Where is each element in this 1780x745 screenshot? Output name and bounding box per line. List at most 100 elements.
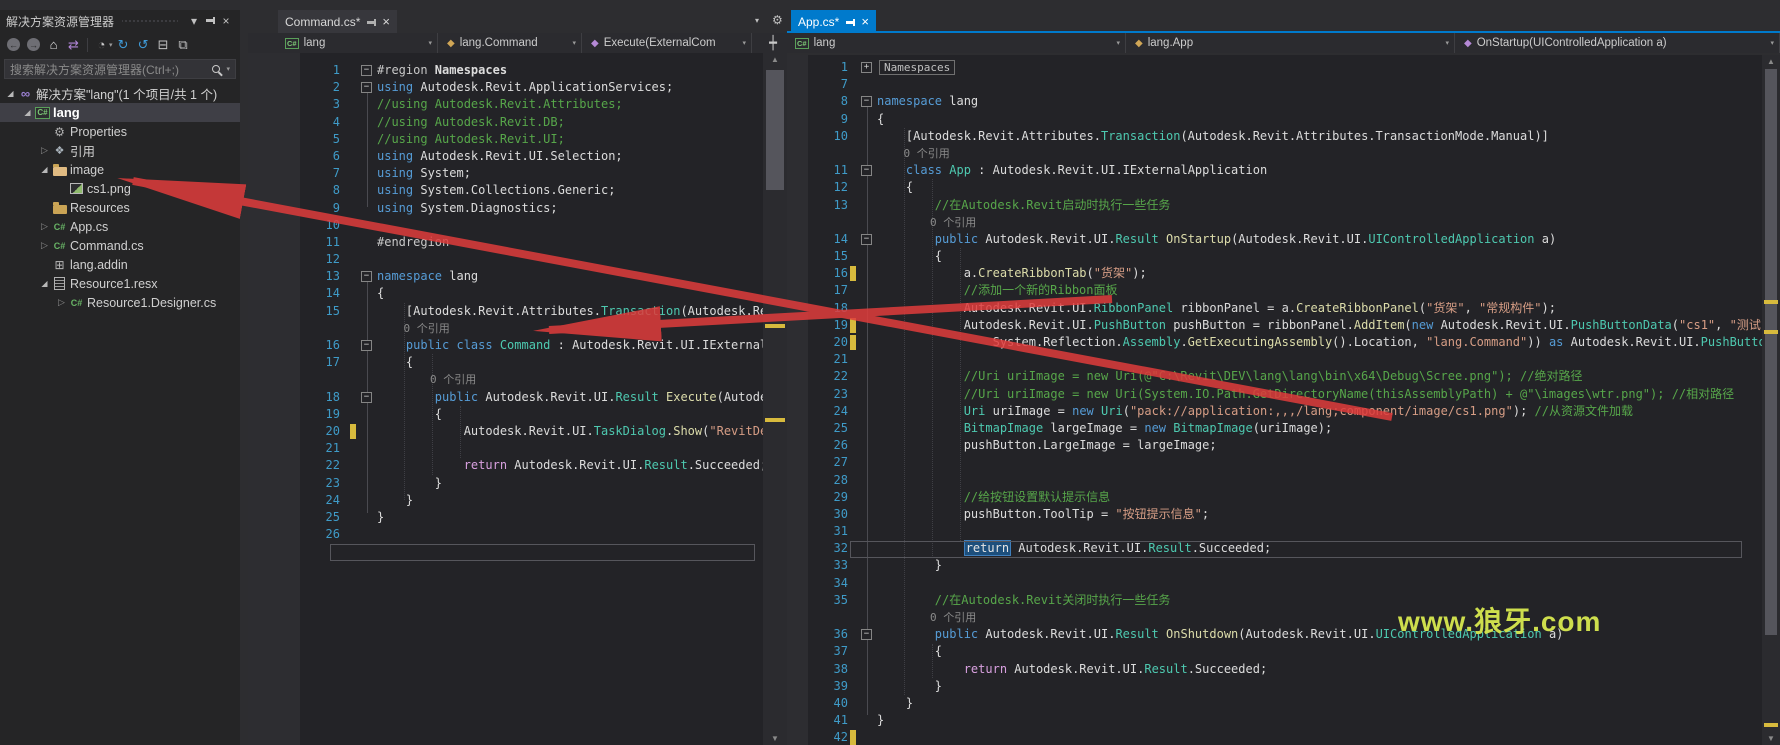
search-input[interactable]: 搜索解决方案资源管理器(Ctrl+;) ▾	[4, 59, 236, 79]
pin-icon[interactable]	[202, 14, 218, 28]
codelens-row[interactable]: 0 个引用	[787, 609, 1762, 626]
codelens-row[interactable]: 0 个引用	[248, 371, 763, 388]
expander-collapsed-icon[interactable]: ▷	[38, 221, 51, 232]
code-line[interactable]: 30 pushButton.ToolTip = "按钮提示信息";	[787, 506, 1762, 523]
code-line[interactable]: 20 System.Reflection.Assembly.GetExecuti…	[787, 334, 1762, 351]
tree-item-resource1.designer.cs[interactable]: ▷C#Resource1.Designer.cs	[0, 293, 240, 312]
code-line[interactable]: 37 {	[787, 643, 1762, 660]
code-line[interactable]: 9{	[787, 111, 1762, 128]
close-icon[interactable]: ×	[861, 15, 869, 28]
code-line[interactable]: 16− public class Command : Autodesk.Revi…	[248, 337, 763, 354]
code-line[interactable]: 35 //在Autodesk.Revit关闭时执行一些任务	[787, 592, 1762, 609]
close-icon[interactable]: ×	[218, 14, 234, 28]
code-line[interactable]: 32 return Autodesk.Revit.UI.Result.Succe…	[787, 540, 1762, 557]
tab-command-cs[interactable]: Command.cs* ×	[278, 10, 397, 33]
expander-expanded-icon[interactable]: ◢	[21, 108, 34, 117]
member-dropdown[interactable]: ◆ Execute(ExternalCom ▾	[586, 33, 752, 53]
code-line[interactable]: 42	[787, 729, 1762, 745]
tree-item-lang.addin[interactable]: ⊞lang.addin	[0, 255, 240, 274]
collapse-region-icon[interactable]: −	[861, 165, 872, 176]
code-line[interactable]: 3//using Autodesk.Revit.Attributes;	[248, 96, 763, 113]
fold-margin[interactable]: −	[860, 629, 873, 640]
code-line[interactable]: 7	[787, 76, 1762, 93]
code-line[interactable]: 14− public Autodesk.Revit.UI.Result OnSt…	[787, 231, 1762, 248]
code-editor-app[interactable]: 1+Namespaces78−namespace lang9{10 [Autod…	[787, 55, 1762, 745]
code-line[interactable]: 23 //Uri uriImage = new Uri(System.IO.Pa…	[787, 386, 1762, 403]
fold-margin[interactable]: −	[860, 234, 873, 245]
scrollbar-thumb[interactable]	[766, 70, 784, 190]
member-dropdown[interactable]: ◆ OnStartup(UIControlledApplication a) ▾	[1459, 33, 1780, 53]
code-line[interactable]: 4//using Autodesk.Revit.DB;	[248, 114, 763, 131]
pin-icon[interactable]	[366, 17, 376, 27]
code-line[interactable]: 18− public Autodesk.Revit.UI.Result Exec…	[248, 389, 763, 406]
code-line[interactable]: 10 [Autodesk.Revit.Attributes.Transactio…	[787, 128, 1762, 145]
fold-margin[interactable]: −	[360, 82, 373, 93]
expander-expanded-icon[interactable]: ◢	[38, 165, 51, 174]
code-line[interactable]: 7using System;	[248, 165, 763, 182]
code-line[interactable]: 33 }	[787, 557, 1762, 574]
type-dropdown[interactable]: ◆ lang.App ▾	[1130, 33, 1455, 53]
code-line[interactable]: 34	[787, 575, 1762, 592]
code-line[interactable]: 6using Autodesk.Revit.UI.Selection;	[248, 148, 763, 165]
code-line[interactable]: 12	[248, 251, 763, 268]
code-line[interactable]: 9using System.Diagnostics;	[248, 200, 763, 217]
collapse-region-icon[interactable]: −	[361, 392, 372, 403]
collapse-region-icon[interactable]: −	[861, 96, 872, 107]
code-line[interactable]: 39 }	[787, 678, 1762, 695]
code-line[interactable]: 15 {	[787, 248, 1762, 265]
fold-margin[interactable]: −	[360, 271, 373, 282]
code-line[interactable]: 28	[787, 472, 1762, 489]
fold-margin[interactable]: −	[360, 65, 373, 76]
code-line[interactable]: 8using System.Collections.Generic;	[248, 182, 763, 199]
project-dropdown[interactable]: C# lang ▾	[790, 33, 1126, 53]
copy-icon[interactable]: ⧉	[174, 36, 193, 54]
collapse-region-icon[interactable]: −	[361, 271, 372, 282]
search-options-chevron-icon[interactable]: ▾	[226, 65, 230, 73]
vertical-scrollbar[interactable]: ▲ ▼	[763, 53, 787, 745]
collapse-region-icon[interactable]: −	[361, 340, 372, 351]
code-line[interactable]: 26 pushButton.LargeImage = largeImage;	[787, 437, 1762, 454]
tree-item-image[interactable]: ◢image	[0, 160, 240, 179]
sync-with-active-document-icon[interactable]: ⇄	[64, 36, 83, 54]
code-line[interactable]: 11− class App : Autodesk.Revit.UI.IExter…	[787, 162, 1762, 179]
code-line[interactable]: 18 Autodesk.Revit.UI.RibbonPanel ribbonP…	[787, 300, 1762, 317]
code-line[interactable]: 2−using Autodesk.Revit.ApplicationServic…	[248, 79, 763, 96]
fold-margin[interactable]: −	[860, 165, 873, 176]
sync-icon[interactable]: ↺	[134, 36, 153, 54]
collapse-region-icon[interactable]: −	[361, 82, 372, 93]
tree-item-properties[interactable]: ⚙Properties	[0, 122, 240, 141]
code-line[interactable]: 19 Autodesk.Revit.UI.PushButton pushButt…	[787, 317, 1762, 334]
code-line[interactable]: 19 {	[248, 406, 763, 423]
scroll-down-icon[interactable]: ▼	[1762, 734, 1780, 743]
code-line[interactable]: 17 //添加一个新的Ribbon面板	[787, 282, 1762, 299]
code-line[interactable]: 20 Autodesk.Revit.UI.TaskDialog.Show("Re…	[248, 423, 763, 440]
tree-item-command.cs[interactable]: ▷C#Command.cs	[0, 236, 240, 255]
forward-icon[interactable]: →	[24, 36, 43, 54]
code-line[interactable]: 22 //Uri uriImage = new Uri(@"C:\Revit\D…	[787, 368, 1762, 385]
expander-expanded-icon[interactable]: ◢	[4, 89, 17, 98]
tree-item--[interactable]: ▷❖引用	[0, 141, 240, 160]
code-line[interactable]: 17 {	[248, 354, 763, 371]
code-line[interactable]: 16 a.CreateRibbonTab("货架");	[787, 265, 1762, 282]
code-line[interactable]: 1−#region Namespaces	[248, 62, 763, 79]
code-line[interactable]: 25}	[248, 509, 763, 526]
code-line[interactable]: 10	[248, 217, 763, 234]
codelens-row[interactable]: 0 个引用	[787, 214, 1762, 231]
type-dropdown[interactable]: ◆ lang.Command ▾	[442, 33, 582, 53]
collapse-region-icon[interactable]: −	[861, 234, 872, 245]
collapse-all-icon[interactable]: ⊟	[154, 36, 173, 54]
code-line[interactable]: 38 return Autodesk.Revit.UI.Result.Succe…	[787, 661, 1762, 678]
code-editor-command[interactable]: 1−#region Namespaces2−using Autodesk.Rev…	[248, 53, 763, 745]
vertical-scrollbar[interactable]: ▲ ▼	[1762, 55, 1780, 745]
fold-margin[interactable]: −	[360, 340, 373, 351]
refresh-icon[interactable]: ↻	[114, 36, 133, 54]
expand-region-icon[interactable]: +	[861, 62, 872, 73]
code-line[interactable]: 25 BitmapImage largeImage = new BitmapIm…	[787, 420, 1762, 437]
scrollbar-thumb[interactable]	[1765, 69, 1777, 635]
code-line[interactable]: 23 }	[248, 475, 763, 492]
code-line[interactable]: 26	[248, 526, 763, 543]
code-line[interactable]: 29 //给按钮设置默认提示信息	[787, 489, 1762, 506]
fold-margin[interactable]: +	[860, 62, 873, 73]
code-line[interactable]: 12 {	[787, 179, 1762, 196]
code-line[interactable]: 27	[787, 454, 1762, 471]
